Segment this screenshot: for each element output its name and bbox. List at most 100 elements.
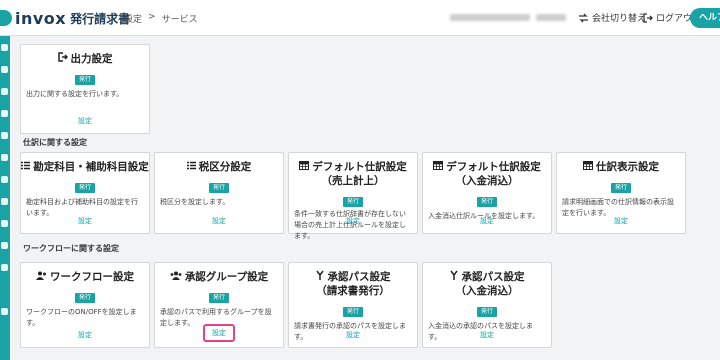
rail-icon[interactable] bbox=[1, 66, 8, 73]
card-tax-settings: 税区分設定 発行 税区分を設定します。 設定 bbox=[154, 152, 284, 234]
users-icon bbox=[36, 270, 47, 284]
card-title: ワークフロー設定 bbox=[21, 270, 149, 284]
settings-link-label: 設定 bbox=[78, 217, 92, 225]
card-title-sub: （請求書発行） bbox=[316, 285, 390, 297]
settings-link[interactable]: 設定 bbox=[155, 324, 283, 342]
badge-issue: 発行 bbox=[342, 197, 363, 207]
user-name-redacted bbox=[536, 14, 566, 21]
badge-issue: 発行 bbox=[610, 183, 631, 193]
card-title-text: 承認パス設定 bbox=[461, 271, 525, 283]
card-title-text: デフォルト仕訳設定 bbox=[312, 161, 407, 173]
badge-issue: 発行 bbox=[342, 307, 363, 317]
breadcrumb-settings[interactable]: 設定 bbox=[124, 12, 142, 25]
card-title-sub: （入金消込） bbox=[455, 285, 519, 297]
list-icon bbox=[186, 160, 196, 174]
badge-issue: 発行 bbox=[74, 75, 95, 85]
breadcrumb-service: サービス bbox=[161, 15, 198, 25]
card-title-sub: （売上計上） bbox=[321, 175, 385, 187]
rail-icon[interactable] bbox=[1, 110, 8, 117]
table-icon bbox=[583, 160, 593, 174]
app-logo[interactable]: invox 発行請求書 bbox=[0, 8, 130, 28]
card-description: 出力に関する設定を行います。 bbox=[26, 90, 124, 98]
settings-link-label: 設定 bbox=[346, 331, 360, 339]
card-approval-path-payment: 承認パス設定 （入金消込） 発行 入金消込の承認のパスを設定します。 設定 bbox=[422, 262, 552, 348]
logo-mark bbox=[0, 10, 12, 26]
card-title: 税区分設定 bbox=[155, 160, 283, 174]
settings-link[interactable]: 設定 bbox=[21, 330, 149, 340]
settings-link[interactable]: 設定 bbox=[423, 330, 551, 340]
settings-link-label: 設定 bbox=[614, 217, 628, 225]
rail-icon[interactable] bbox=[1, 132, 8, 139]
rail-icon[interactable] bbox=[1, 264, 8, 271]
settings-link[interactable]: 設定 bbox=[289, 216, 417, 226]
card-title: 承認グループ設定 bbox=[155, 270, 283, 284]
card-title-text: 仕訳表示設定 bbox=[596, 161, 659, 173]
card-title: デフォルト仕訳設定 （売上計上） bbox=[289, 160, 417, 188]
route-icon bbox=[449, 270, 459, 284]
card-title: 勘定科目・補助科目設定 bbox=[21, 160, 149, 174]
top-header: invox 発行請求書 設定 > サービス 会社切り替え ログアウト ヘルプ bbox=[0, 0, 720, 36]
switch-company-link[interactable]: 会社切り替え bbox=[578, 11, 646, 24]
card-title-text: 出力設定 bbox=[70, 53, 113, 65]
table-icon bbox=[433, 160, 444, 174]
company-name-redacted bbox=[450, 14, 530, 21]
badge-issue: 発行 bbox=[74, 293, 95, 303]
section-title-journal: 仕訳に関する設定 bbox=[23, 138, 87, 147]
settings-link-highlight[interactable]: 設定 bbox=[203, 324, 235, 342]
rail-icon[interactable] bbox=[1, 176, 8, 183]
rail-icon[interactable] bbox=[1, 154, 8, 161]
card-description: 税区分を設定します。 bbox=[160, 198, 230, 206]
help-button[interactable]: ヘルプ bbox=[690, 8, 720, 28]
badge-issue: 発行 bbox=[476, 307, 497, 317]
card-title-text: ワークフロー設定 bbox=[50, 271, 134, 283]
card-title-text: 税区分設定 bbox=[198, 161, 252, 173]
main-content: 出力設定 発行 出力に関する設定を行います。 設定 仕訳に関する設定 勘定科目・… bbox=[10, 36, 720, 360]
settings-link-label: 設定 bbox=[346, 217, 360, 225]
sidebar-rail bbox=[0, 36, 10, 360]
card-output-settings: 出力設定 発行 出力に関する設定を行います。 設定 bbox=[20, 44, 150, 134]
rail-icon[interactable] bbox=[1, 220, 8, 227]
list-icon bbox=[21, 160, 31, 174]
rail-icon[interactable] bbox=[1, 44, 8, 51]
card-title: 仕訳表示設定 bbox=[557, 160, 685, 174]
card-title-text: デフォルト仕訳設定 bbox=[446, 161, 541, 173]
switch-icon bbox=[579, 13, 588, 22]
settings-link[interactable]: 設定 bbox=[289, 330, 417, 340]
card-title-text: 勘定科目・補助科目設定 bbox=[33, 161, 149, 173]
rail-icon[interactable] bbox=[1, 88, 8, 95]
settings-link-label: 設定 bbox=[212, 217, 226, 225]
card-title: 承認パス設定 （請求書発行） bbox=[289, 270, 417, 298]
badge-issue: 発行 bbox=[74, 183, 95, 193]
settings-link-label: 設定 bbox=[480, 217, 494, 225]
card-workflow-settings: ワークフロー設定 発行 ワークフローのON/OFFを設定します。 設定 bbox=[20, 262, 150, 348]
card-journal-display: 仕訳表示設定 発行 請求明細画面での仕訳情報の表示設定を行います。 設定 bbox=[556, 152, 686, 234]
card-account-settings: 勘定科目・補助科目設定 発行 勘定科目および補助科目の設定を行います。 設定 bbox=[20, 152, 150, 234]
card-title-text: 承認パス設定 bbox=[327, 271, 391, 283]
export-icon bbox=[57, 52, 68, 66]
settings-link[interactable]: 設定 bbox=[21, 116, 149, 126]
rail-icon[interactable] bbox=[1, 198, 8, 205]
settings-link[interactable]: 設定 bbox=[155, 216, 283, 226]
table-icon bbox=[299, 160, 310, 174]
section-title-workflow: ワークフローに関する設定 bbox=[23, 244, 119, 253]
badge-issue: 発行 bbox=[476, 197, 497, 207]
card-title-text: 承認グループ設定 bbox=[184, 271, 269, 283]
settings-link[interactable]: 設定 bbox=[423, 216, 551, 226]
card-approval-group-settings: 承認グループ設定 発行 承認のパスで利用するグループを設定します。 設定 bbox=[154, 262, 284, 348]
card-default-journal-payment: デフォルト仕訳設定 （入金消込） 発行 入金消込仕訳ルールを設定します。 設定 bbox=[422, 152, 552, 234]
logo-subtitle: 発行請求書 bbox=[70, 11, 131, 26]
badge-issue: 発行 bbox=[208, 183, 229, 193]
settings-link-label: 設定 bbox=[78, 331, 92, 339]
users-icon bbox=[170, 270, 182, 284]
card-default-journal-sales: デフォルト仕訳設定 （売上計上） 発行 条件一致する仕訳辞書が存在しない場合の売… bbox=[288, 152, 418, 240]
rail-icon[interactable] bbox=[1, 242, 8, 249]
card-title-sub: （入金消込） bbox=[455, 175, 519, 187]
settings-link[interactable]: 設定 bbox=[21, 216, 149, 226]
settings-link-label: 設定 bbox=[78, 117, 92, 125]
rail-icon[interactable] bbox=[1, 308, 8, 315]
settings-link-label: 設定 bbox=[480, 331, 494, 339]
route-icon bbox=[315, 270, 325, 284]
card-title: 出力設定 bbox=[21, 52, 149, 66]
settings-link[interactable]: 設定 bbox=[557, 216, 685, 226]
card-description: ワークフローのON/OFFを設定します。 bbox=[26, 308, 137, 327]
